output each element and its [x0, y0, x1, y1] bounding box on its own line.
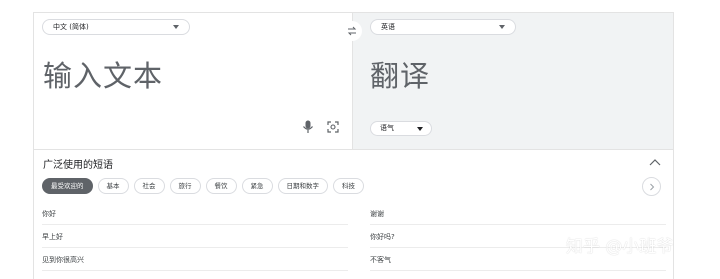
tone-select[interactable]: 语气 [370, 121, 432, 136]
phrase-category-chips: 最受欢迎的 基本 社会 旅行 餐饮 紧急 日期和数字 科技 [42, 178, 364, 194]
target-pane: 英语 翻译 语气 [352, 13, 673, 149]
source-text-input[interactable]: 输入文本 [43, 53, 163, 95]
chip-social[interactable]: 社会 [133, 178, 165, 194]
chip-emergency[interactable]: 紧急 [241, 178, 273, 194]
caret-down-icon [417, 127, 423, 131]
chip-dining[interactable]: 餐饮 [205, 178, 237, 194]
phrase-item[interactable]: 你好 [42, 203, 348, 225]
source-language-select[interactable]: 中文 (简体) [42, 19, 190, 35]
swap-languages-button[interactable] [342, 21, 362, 41]
translation-output: 翻译 [370, 59, 431, 93]
next-categories-button[interactable] [642, 177, 661, 196]
chevron-up-icon[interactable] [649, 157, 661, 167]
tone-label: 语气 [380, 124, 394, 132]
swap-arrows-icon [347, 26, 357, 36]
target-language-select[interactable]: 英语 [370, 19, 516, 35]
chevron-right-icon [649, 183, 654, 190]
source-pane: 中文 (简体) 输入文本 [34, 13, 352, 149]
phrase-item[interactable]: 见到你很高兴 [42, 249, 348, 271]
caret-down-icon [173, 25, 179, 29]
chip-dates-numbers[interactable]: 日期和数字 [277, 178, 328, 194]
caret-down-icon [499, 25, 505, 29]
chip-most-popular[interactable]: 最受欢迎的 [42, 178, 93, 194]
phrase-item[interactable]: 谢谢 [370, 203, 666, 225]
watermark-text: 知乎 @小班爷 [566, 237, 674, 257]
chip-basic[interactable]: 基本 [97, 178, 129, 194]
target-language-label: 英语 [381, 23, 395, 31]
section-divider [34, 149, 673, 150]
phrase-item[interactable]: 早上好 [42, 226, 348, 248]
phrases-section-title: 广泛使用的短语 [43, 160, 113, 171]
camera-scan-icon[interactable] [327, 121, 339, 133]
source-language-label: 中文 (简体) [53, 23, 89, 31]
chip-technology[interactable]: 科技 [333, 178, 364, 194]
chip-travel[interactable]: 旅行 [169, 178, 201, 194]
microphone-icon[interactable] [302, 120, 314, 134]
